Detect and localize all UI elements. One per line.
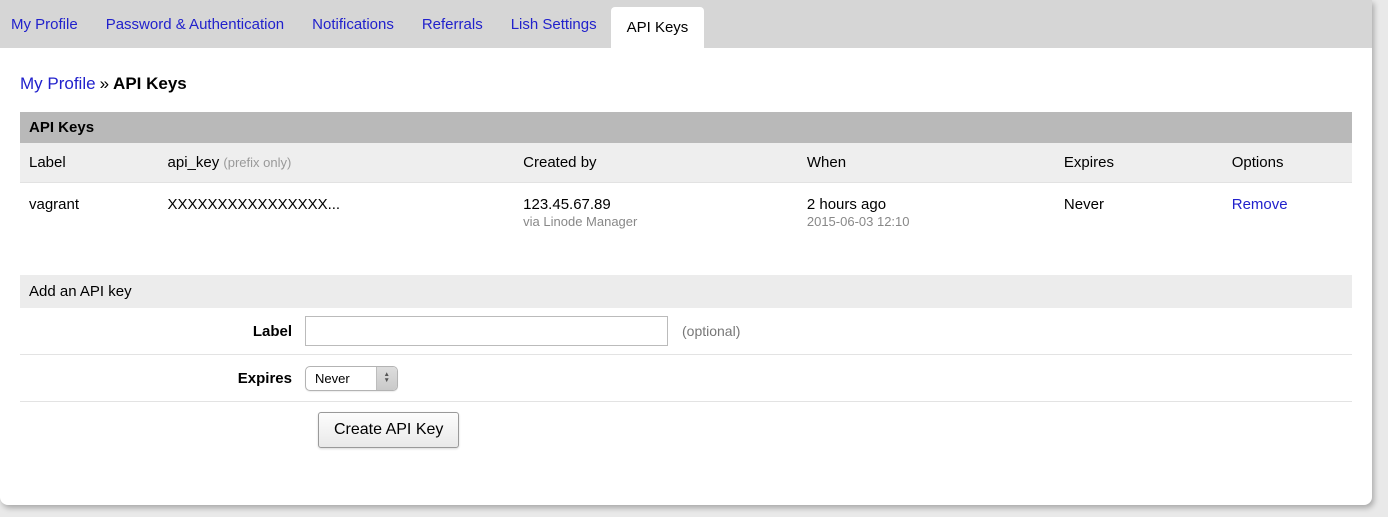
cell-when: 2 hours ago 2015-06-03 12:10: [798, 183, 1055, 235]
add-api-key-title: Add an API key: [20, 275, 1352, 308]
created-by-via: via Linode Manager: [523, 214, 789, 229]
table-header-row: Label api_key (prefix only) Created by W…: [20, 143, 1352, 183]
tab-lish-settings[interactable]: Lish Settings: [497, 0, 611, 48]
create-api-key-button[interactable]: Create API Key: [318, 412, 459, 448]
cell-created-by: 123.45.67.89 via Linode Manager: [514, 183, 798, 235]
expires-select-value: Never: [306, 367, 376, 390]
label-input[interactable]: [305, 316, 668, 346]
label-field-label: Label: [20, 323, 305, 340]
created-by-ip: 123.45.67.89: [523, 196, 789, 213]
label-optional-hint: (optional): [682, 323, 740, 339]
api-keys-table: API Keys Label api_key (prefix only) Cre…: [20, 112, 1352, 235]
breadcrumb-my-profile-link[interactable]: My Profile: [20, 74, 96, 93]
profile-tabbar: My Profile Password & Authentication Not…: [0, 0, 1372, 48]
column-header-created-by: Created by: [514, 143, 798, 182]
page-content: My Profile»API Keys API Keys Label api_k…: [0, 48, 1372, 449]
cell-key-label: vagrant: [20, 183, 159, 235]
column-header-when: When: [798, 143, 1055, 182]
tab-referrals[interactable]: Referrals: [408, 0, 497, 48]
cell-expires: Never: [1055, 183, 1223, 235]
when-relative: 2 hours ago: [807, 196, 1046, 213]
add-api-key-section: Add an API key Label (optional) Expires …: [20, 275, 1352, 449]
tab-api-keys[interactable]: API Keys: [611, 7, 705, 48]
breadcrumb-current: API Keys: [113, 74, 187, 93]
breadcrumb: My Profile»API Keys: [20, 74, 1352, 94]
api-key-header-note: (prefix only): [223, 155, 291, 170]
tab-my-profile[interactable]: My Profile: [0, 0, 92, 48]
settings-window: My Profile Password & Authentication Not…: [0, 0, 1372, 505]
column-header-expires: Expires: [1055, 143, 1223, 182]
column-header-label: Label: [20, 143, 159, 182]
api-key-header-text: api_key: [168, 154, 220, 171]
column-header-api-key: api_key (prefix only): [159, 143, 515, 182]
tab-notifications[interactable]: Notifications: [298, 0, 408, 48]
cell-options: Remove: [1223, 183, 1352, 235]
expires-field-label: Expires: [20, 370, 305, 387]
cell-api-key-prefix: XXXXXXXXXXXXXXXX...: [159, 183, 515, 235]
table-row: vagrant XXXXXXXXXXXXXXXX... 123.45.67.89…: [20, 183, 1352, 235]
when-absolute: 2015-06-03 12:10: [807, 214, 1046, 229]
breadcrumb-separator: »: [96, 74, 113, 93]
remove-key-link[interactable]: Remove: [1232, 196, 1288, 213]
submit-form-row: Create API Key: [20, 402, 1352, 449]
tab-password-authentication[interactable]: Password & Authentication: [92, 0, 298, 48]
table-title: API Keys: [20, 112, 1352, 143]
expires-select[interactable]: Never ▲▼: [305, 366, 398, 391]
label-form-row: Label (optional): [20, 308, 1352, 355]
column-header-options: Options: [1223, 143, 1352, 182]
select-stepper-icon: ▲▼: [376, 367, 397, 390]
expires-form-row: Expires Never ▲▼: [20, 355, 1352, 402]
